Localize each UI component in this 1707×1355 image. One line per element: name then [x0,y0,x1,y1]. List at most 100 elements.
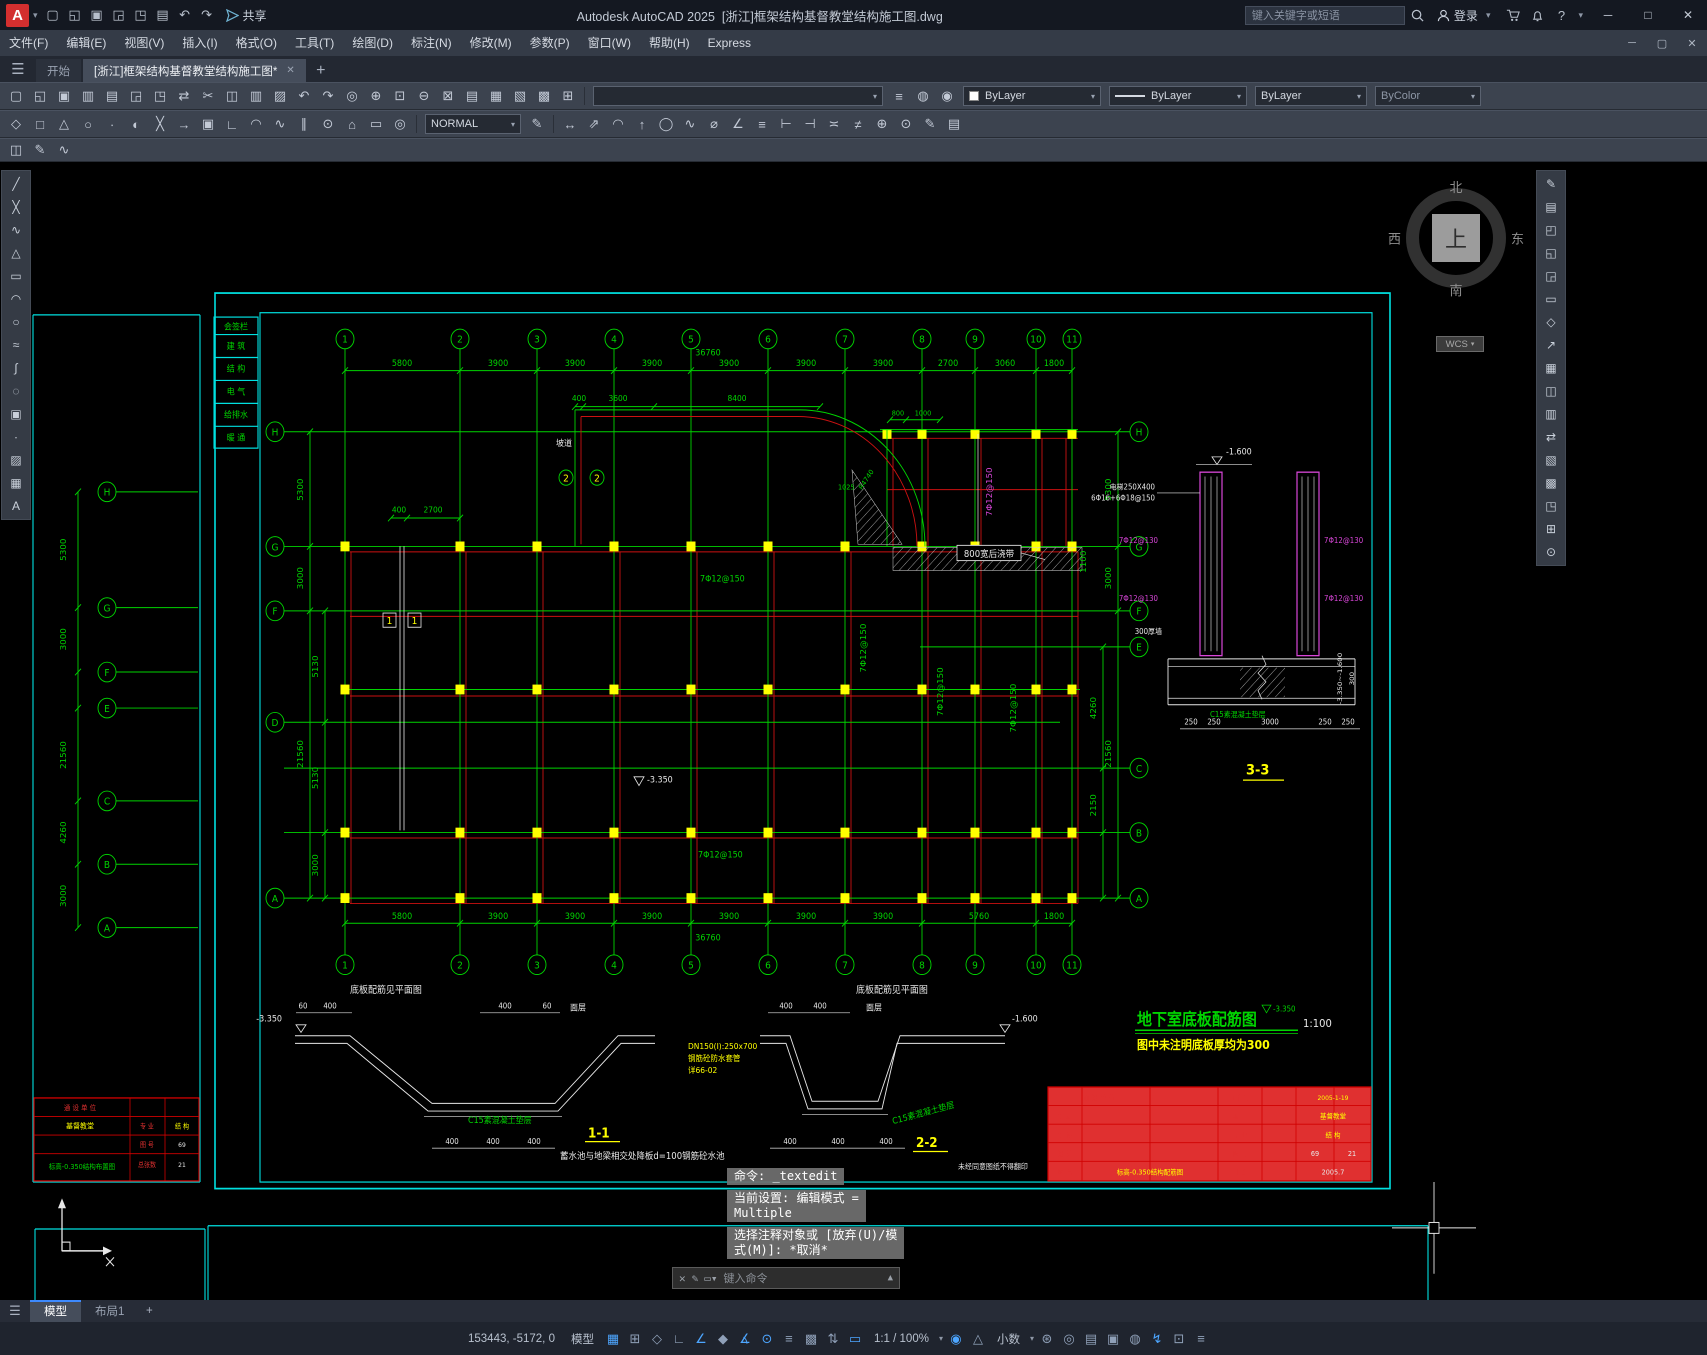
zoom-extents-icon[interactable]: ⊠ [436,85,460,107]
snap-intersection-icon[interactable]: ╳ [148,113,172,135]
menu-hamburger-icon[interactable]: ☰ [0,56,36,82]
plot-preview-icon[interactable]: ◲ [124,85,148,107]
command-input[interactable]: ✕ ✎ ▭▾ 键入命令 ▲ [672,1267,900,1289]
plot-style-combo[interactable]: ByColor ▾ [1375,86,1481,106]
dim-space-icon[interactable]: ≍ [822,113,846,135]
object-snap-tracking-toggle[interactable]: ∡ [734,1328,756,1350]
clean-screen-toggle[interactable]: ⊡ [1168,1328,1190,1350]
ortho-toggle[interactable]: ∟ [668,1328,690,1350]
menu-draw[interactable]: 绘图(D) [343,30,402,56]
search-icon[interactable] [1407,3,1429,27]
units-caret-icon[interactable]: ▾ [1028,1334,1036,1343]
search-input[interactable]: 键入关键字或短语 [1244,5,1405,25]
ucs-icon[interactable]: ⌂ [340,113,364,135]
maximize-button[interactable]: □ [1629,0,1667,30]
snap-quadrant-icon[interactable]: ◐ [124,113,148,135]
close-button[interactable]: ✕ [1669,0,1707,30]
section-view-icon[interactable]: ◱ [1539,243,1563,263]
field-icon[interactable]: ▤ [1539,197,1563,217]
customization-toggle[interactable]: ≡ [1190,1328,1212,1350]
dim-quick-icon[interactable]: ≡ [750,113,774,135]
snap-mode-toggle[interactable]: ⊞ [624,1328,646,1350]
polyline-icon[interactable]: ∿ [4,220,28,240]
point-icon[interactable]: ∙ [4,427,28,447]
tool-palettes-icon[interactable]: ▧ [508,85,532,107]
symbol-icon[interactable]: ◇ [1539,312,1563,332]
transparency-toggle[interactable]: ▩ [800,1328,822,1350]
text-icon[interactable]: A [4,496,28,516]
view-cube[interactable]: 上 北 南 西 东 [1388,180,1524,299]
text-style-icon[interactable]: ✎ [525,113,549,135]
command-expand-icon[interactable]: ▲ [888,1273,893,1283]
snap-settings-icon[interactable]: ⊙ [316,113,340,135]
isodraft-toggle[interactable]: ◆ [712,1328,734,1350]
snap-center-icon[interactable]: ○ [76,113,100,135]
undo-icon[interactable]: ↶ [174,3,196,27]
help-caret-icon[interactable]: ▾ [1574,10,1587,21]
menu-tools[interactable]: 工具(T) [286,30,343,56]
tab-close-icon[interactable]: ✕ [286,65,294,76]
text-style-combo[interactable]: NORMAL ▾ [425,114,521,134]
layer-combo[interactable]: ▾ [593,86,883,106]
compass-south[interactable]: 南 [1449,280,1462,299]
model-space-canvas[interactable]: 会签栏 建 筑 结 构 电 气 给排水 暖 通 1122334455667788… [0,162,1707,1300]
tab-drawing[interactable]: [浙江]框架结构基督教堂结构施工图* ✕ [83,59,306,82]
hatch-icon[interactable]: ▨ [4,450,28,470]
arc-icon[interactable]: ◠ [4,289,28,309]
minimize-button[interactable]: ─ [1589,0,1627,30]
snap-insertion-icon[interactable]: ▣ [196,113,220,135]
command-close-icon[interactable]: ✕ [679,1272,686,1285]
redo-icon[interactable]: ↷ [196,3,218,27]
dim-baseline-icon[interactable]: ⊢ [774,113,798,135]
new-tab-button[interactable]: + [308,59,334,82]
layer-isolate-icon[interactable]: ◉ [935,85,959,107]
center-mark-icon[interactable]: ⊙ [894,113,918,135]
lock-ui-toggle[interactable]: ▣ [1102,1328,1124,1350]
plot-icon[interactable]: ▤ [152,3,174,27]
infer-icon[interactable]: ◇ [4,113,28,135]
annotation-visibility-toggle[interactable]: ◉ [945,1328,967,1350]
tab-model[interactable]: 模型 [30,1300,81,1322]
tab-layout1[interactable]: 布局1 [81,1300,138,1322]
markup-icon[interactable]: ✎ [1539,174,1563,194]
publish-view-icon[interactable]: ⊞ [1539,519,1563,539]
calculator-icon[interactable]: ⊞ [556,85,580,107]
designcenter-icon[interactable]: ▦ [484,85,508,107]
polar-tracking-toggle[interactable]: ∠ [690,1328,712,1350]
qnew-icon[interactable]: ▢ [42,3,64,27]
plot-icon[interactable]: ▤ [100,85,124,107]
dim-angular-icon[interactable]: ∠ [726,113,750,135]
zoom-realtime-icon[interactable]: ⊕ [364,85,388,107]
menu-express[interactable]: Express [699,30,760,56]
dwg-compare-icon[interactable]: ⇄ [1539,427,1563,447]
object-snap-toggle[interactable]: ⊙ [756,1328,778,1350]
rectangle-icon[interactable]: ▭ [4,266,28,286]
redo-icon[interactable]: ↷ [316,85,340,107]
command-recent-icon[interactable]: ▭▾ [704,1272,717,1285]
model-space-button[interactable]: 模型 [563,1331,602,1347]
match-properties-icon[interactable]: ▨ [268,85,292,107]
circle-icon[interactable]: ○ [4,312,28,332]
dim-radius-icon[interactable]: ◯ [654,113,678,135]
annotation-monitor-toggle[interactable]: ◎ [1058,1328,1080,1350]
notification-bell-icon[interactable] [1526,3,1548,27]
dim-edit-icon[interactable]: ✎ [918,113,942,135]
menu-parametric[interactable]: 参数(P) [521,30,579,56]
detail-view-icon[interactable]: ◲ [1539,266,1563,286]
color-combo[interactable]: ByLayer ▾ [963,86,1101,106]
doc-minimize-button[interactable]: ─ [1617,37,1647,49]
compass-east[interactable]: 东 [1511,229,1524,248]
dim-diameter-icon[interactable]: ⌀ [702,113,726,135]
tolerance-icon[interactable]: ⊕ [870,113,894,135]
quick-properties-toggle[interactable]: ▤ [1080,1328,1102,1350]
cart-icon[interactable] [1502,3,1524,27]
share-button[interactable]: 共享 [218,7,275,24]
layer-properties-icon[interactable]: ≡ [887,85,911,107]
named-views-icon[interactable]: ▭ [364,113,388,135]
menu-edit[interactable]: 编辑(E) [57,30,115,56]
layout-menu-icon[interactable]: ☰ [0,1303,30,1319]
menu-help[interactable]: 帮助(H) [640,30,699,56]
help-icon[interactable]: ? [1550,3,1572,27]
save-icon[interactable]: ▣ [86,3,108,27]
autocad-logo[interactable]: A [6,3,29,27]
